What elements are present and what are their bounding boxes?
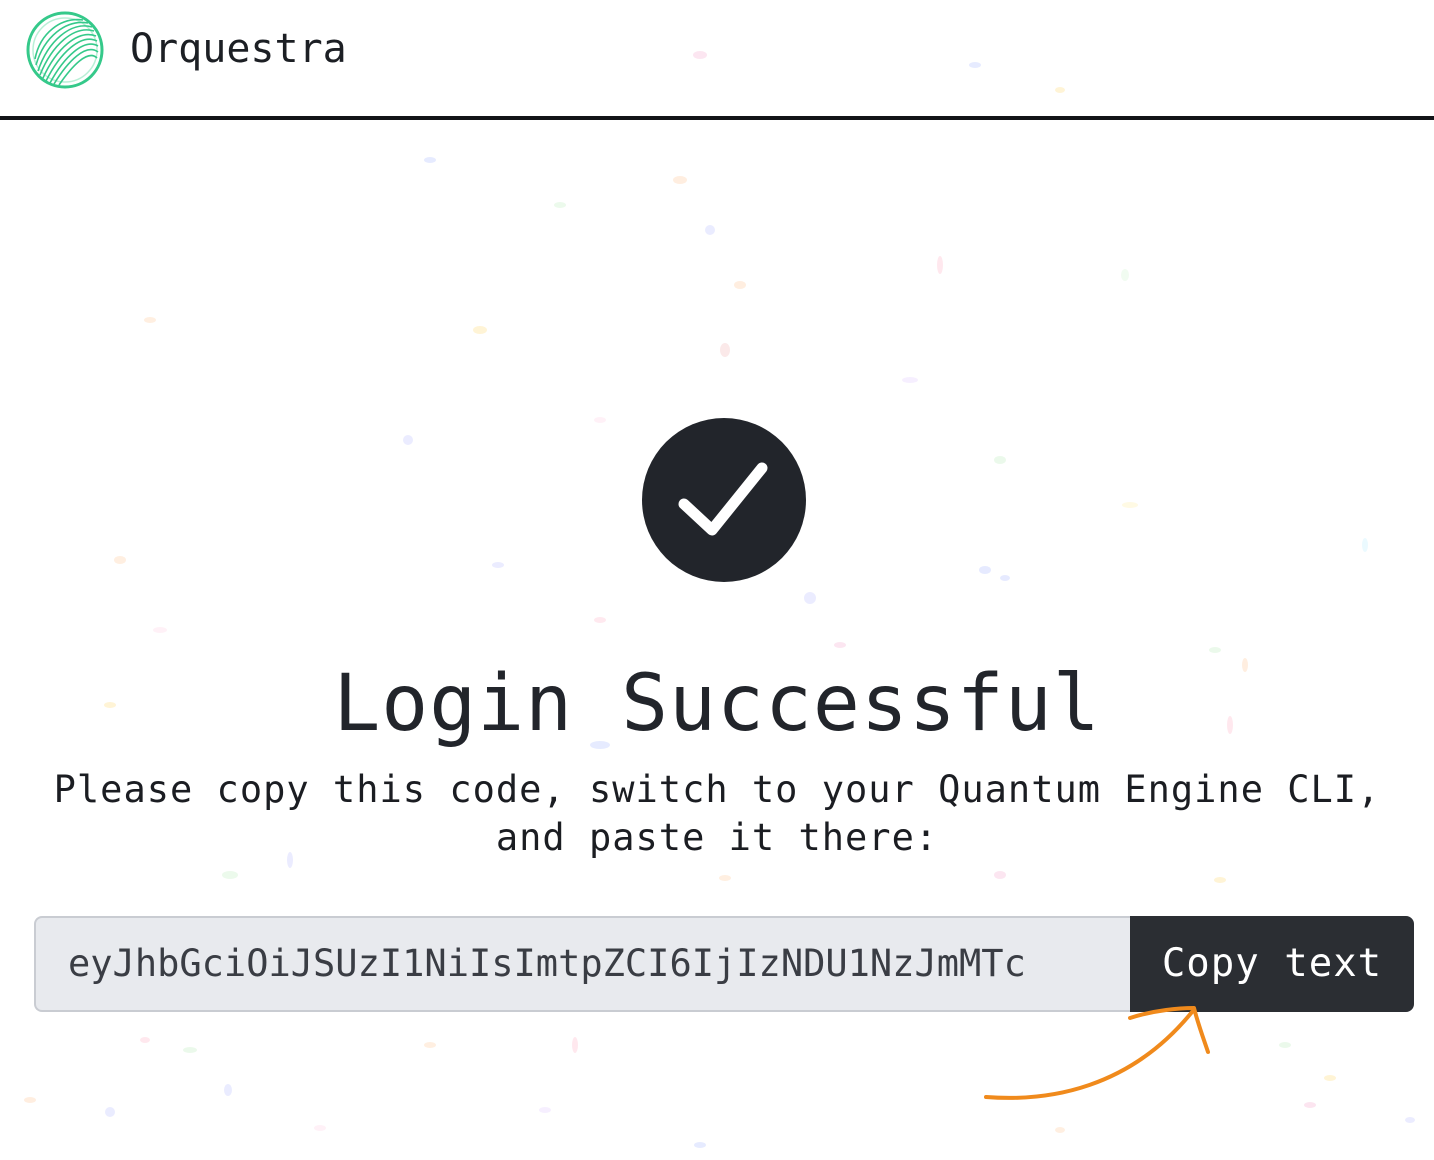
orquestra-logo-icon[interactable]: [26, 11, 104, 89]
brand-name: Orquestra: [130, 26, 347, 72]
copy-text-button[interactable]: Copy text: [1130, 916, 1414, 1012]
auth-code-field[interactable]: eyJhbGciOiJSUzI1NiIsImtpZCI6IjIzNDU1NzJm…: [34, 916, 1131, 1012]
page: Orquestra Login Successful Please copy t…: [0, 0, 1434, 1160]
check-circle-icon: [642, 418, 806, 582]
top-bar: Orquestra: [0, 0, 1434, 120]
code-copy-group: eyJhbGciOiJSUzI1NiIsImtpZCI6IjIzNDU1NzJm…: [34, 916, 1414, 1012]
annotation-arrow-icon: [984, 1006, 1210, 1100]
page-title: Login Successful: [333, 659, 1101, 749]
instructions-text: Please copy this code, switch to your Qu…: [53, 768, 1381, 859]
